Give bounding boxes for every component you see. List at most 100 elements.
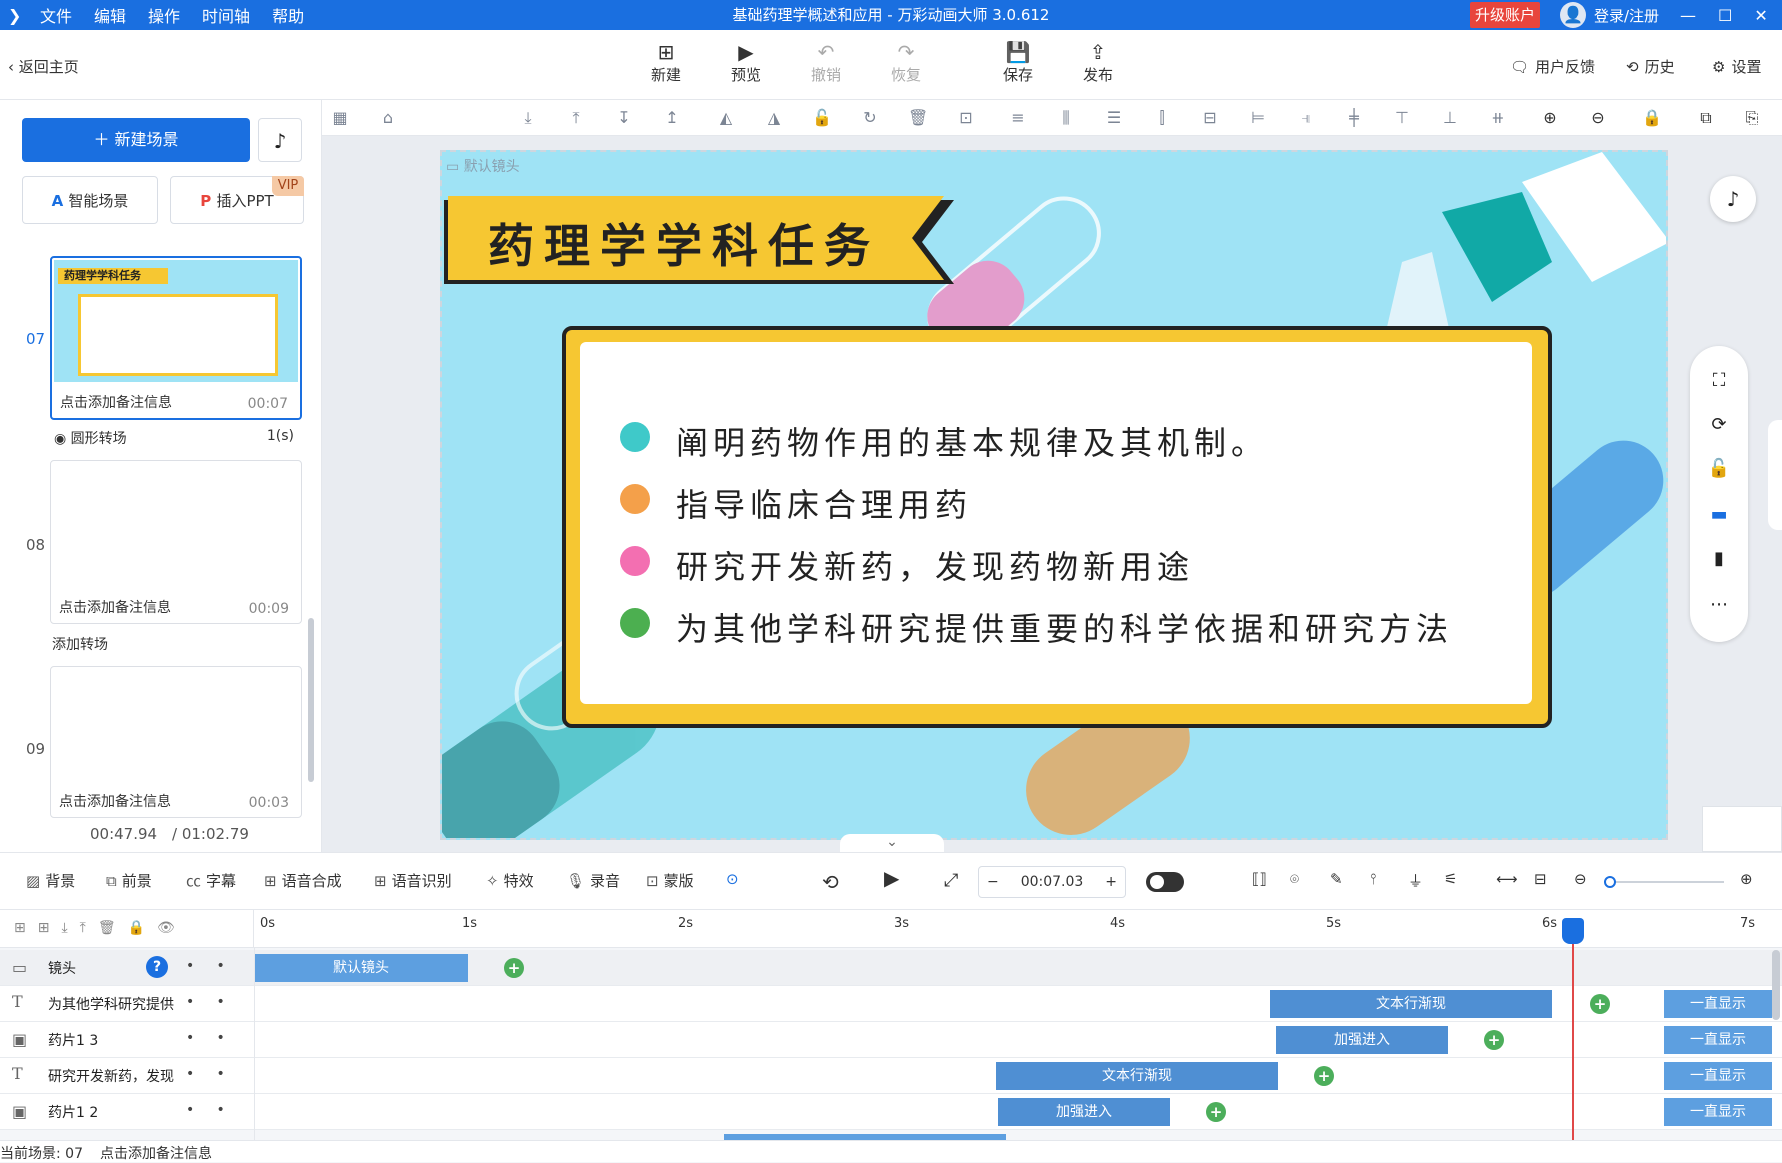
timeline-row-text1[interactable]: T 为其他学科研究提供 • • 文本行渐现 + 一直显示 <box>0 986 1782 1022</box>
align-center-icon[interactable]: ≡ <box>1008 108 1028 127</box>
zoom-in-icon[interactable]: ⊕ <box>1540 108 1560 127</box>
rotate-device-icon[interactable]: ⟳ <box>1706 414 1732 435</box>
always-show-block[interactable]: 一直显示 <box>1664 1026 1772 1054</box>
save-button[interactable]: 💾 保存 <box>988 40 1048 85</box>
timeline-row-pill3[interactable]: ▣ 药片1 3 • • 加强进入 + 一直显示 <box>0 1022 1782 1058</box>
zoom-out-icon[interactable]: ⊖ <box>1588 108 1608 127</box>
timeline-row-text2[interactable]: T 研究开发新药，发现 • • 文本行渐现 + 一直显示 <box>0 1058 1782 1094</box>
minus-icon[interactable]: − <box>987 874 999 890</box>
time-value[interactable]: 00:07.03 <box>1021 874 1084 890</box>
keyframe-add-icon[interactable]: + <box>1484 1030 1504 1050</box>
zoom-slider-track[interactable] <box>1612 881 1724 883</box>
replay-icon[interactable]: ⟲ <box>822 870 839 894</box>
always-show-block[interactable]: 一直显示 <box>1664 1098 1772 1126</box>
rotate-icon[interactable]: ↻ <box>860 108 880 127</box>
minimize-icon[interactable]: — <box>1680 6 1696 25</box>
distribute-h-icon[interactable]: ⫿ <box>1152 108 1172 128</box>
menu-edit[interactable]: 编辑 <box>94 3 126 27</box>
ratio-icon[interactable]: ⊟ <box>1534 870 1547 888</box>
split-icon[interactable]: ⫯ <box>1370 870 1377 888</box>
bracket-icon[interactable]: ⟦⟧ <box>1252 870 1267 888</box>
fullscreen-icon[interactable]: ⤢ <box>944 870 958 891</box>
row-dots[interactable]: • • <box>186 1102 225 1118</box>
plus-icon[interactable]: + <box>1105 874 1117 890</box>
align-vcenter-icon[interactable]: ⧺ <box>1488 108 1508 127</box>
scene-thumbnail-07[interactable]: 药理学学科任务 点击添加备注信息 00:07 <box>50 256 302 420</box>
move-top-icon[interactable]: ⤒ <box>566 108 586 128</box>
undo-button[interactable]: ↶ 撤销 <box>796 40 856 85</box>
keyframe-add-icon[interactable]: + <box>1590 994 1610 1014</box>
time-stepper[interactable]: − 00:07.03 + <box>978 866 1126 898</box>
animation-block[interactable]: 文本行渐现 <box>1270 990 1552 1018</box>
move-down-icon[interactable]: ↧ <box>614 108 634 127</box>
align-middle-icon[interactable]: ⫼ <box>1056 108 1076 128</box>
chevron-down-icon[interactable]: ⌄ <box>840 834 944 854</box>
flip-vertical-icon[interactable]: ◮ <box>764 108 784 127</box>
delete-icon[interactable]: 🗑 <box>908 108 928 127</box>
music-icon[interactable]: ♪ <box>258 118 302 162</box>
move-bottom-icon[interactable]: ⤓ <box>518 108 538 128</box>
home-icon[interactable]: ⌂ <box>378 108 398 127</box>
scene-scrollbar[interactable] <box>308 618 314 782</box>
camera-snapshot-icon[interactable]: ⌾ <box>1290 870 1299 888</box>
side-collapse-tab[interactable] <box>1768 420 1782 530</box>
new-button[interactable]: ⊞ 新建 <box>636 40 696 85</box>
align-hcenter-icon[interactable]: ╪ <box>1344 108 1364 127</box>
title-banner[interactable]: 药理学学科任务 <box>444 196 968 288</box>
timeline-scrollbar[interactable] <box>1772 950 1780 1020</box>
preview-button[interactable]: ▶ 预览 <box>716 40 776 85</box>
keyframe-add-icon[interactable]: + <box>1314 1066 1334 1086</box>
maximize-icon[interactable]: ☐ <box>1718 6 1732 25</box>
flip-horizontal-icon[interactable]: ◭ <box>716 108 736 127</box>
feedback-button[interactable]: 🗨 用户反馈 <box>1510 56 1595 77</box>
monitor-icon[interactable]: ▬ <box>1706 504 1732 525</box>
layer-tools-icons[interactable]: ⊞⊞⤓⤒🗑🔒👁 <box>14 920 187 936</box>
bullet-text-3[interactable]: 研究开发新药，发现药物新用途 <box>676 542 1194 588</box>
always-show-block[interactable]: 一直显示 <box>1664 990 1772 1018</box>
help-icon[interactable]: ? <box>146 956 168 978</box>
distribute-v-icon[interactable]: ☰ <box>1104 108 1124 127</box>
subtitle-tool[interactable]: ㏄字幕 <box>186 870 236 891</box>
unlock-icon[interactable]: 🔒 <box>1642 108 1662 127</box>
mask-tool[interactable]: ⊡ 蒙版 <box>646 870 694 891</box>
speech-recognition-tool[interactable]: ⊞ 语音识别 <box>374 870 452 891</box>
smart-scene-button[interactable]: A 智能场景 <box>22 176 158 224</box>
animation-block[interactable]: 加强进入 <box>998 1098 1170 1126</box>
playhead-handle[interactable] <box>1562 918 1584 944</box>
scene-note[interactable]: 点击添加备注信息 <box>59 597 171 617</box>
row-dots[interactable]: • • <box>186 1030 225 1046</box>
camera-block[interactable]: 默认镜头 <box>254 954 468 982</box>
animation-block[interactable]: 加强进入 <box>1276 1026 1448 1054</box>
edit-icon[interactable]: ✎ <box>1330 870 1343 888</box>
unlock-icon[interactable]: 🔓 <box>1706 458 1732 479</box>
row-dots[interactable]: • • <box>186 1066 225 1082</box>
upgrade-button[interactable]: 升级账户 <box>1470 2 1540 28</box>
row-dots[interactable]: • • <box>186 994 225 1010</box>
menu-operate[interactable]: 操作 <box>148 3 180 27</box>
zoom-in-icon[interactable]: ⊕ <box>1740 870 1753 888</box>
copy-icon[interactable]: ⧉ <box>1696 108 1716 128</box>
move-up-icon[interactable]: ↥ <box>662 108 682 127</box>
bullet-text-2[interactable]: 指导临床合理用药 <box>676 480 972 526</box>
play-icon[interactable]: ▶ <box>884 866 899 890</box>
bullet-text-4[interactable]: 为其他学科研究提供重要的科学依据和研究方法 <box>676 604 1453 650</box>
align-top-icon[interactable]: ⊤ <box>1392 108 1412 127</box>
playhead[interactable] <box>1572 920 1574 1142</box>
align-bottom-icon[interactable]: ⊥ <box>1440 108 1460 127</box>
publish-button[interactable]: ⇪ 发布 <box>1068 40 1128 85</box>
minimap-thumbnail[interactable] <box>1702 806 1782 852</box>
row-dots[interactable]: • • <box>186 958 225 974</box>
background-tool[interactable]: ▨ 背景 <box>26 870 75 891</box>
settings-button[interactable]: ⚙ 设置 <box>1712 56 1761 77</box>
scene-note[interactable]: 点击添加备注信息 <box>60 392 172 412</box>
menu-help[interactable]: 帮助 <box>272 3 304 27</box>
bullet-text-1[interactable]: 阐明药物作用的基本规律及其机制。 <box>676 418 1268 464</box>
layout-icon[interactable]: ▦ <box>330 108 350 127</box>
new-scene-button[interactable]: ＋ 新建场景 <box>22 118 250 162</box>
close-icon[interactable]: ✕ <box>1754 6 1767 25</box>
spacing-icon[interactable]: ⊟ <box>1200 108 1220 127</box>
sliders-icon[interactable]: ⚟ <box>1444 870 1457 888</box>
login-button[interactable]: 👤 登录/注册 <box>1560 0 1659 30</box>
align-right-icon[interactable]: ⫣ <box>1296 108 1316 128</box>
always-show-block[interactable]: 一直显示 <box>1664 1062 1772 1090</box>
